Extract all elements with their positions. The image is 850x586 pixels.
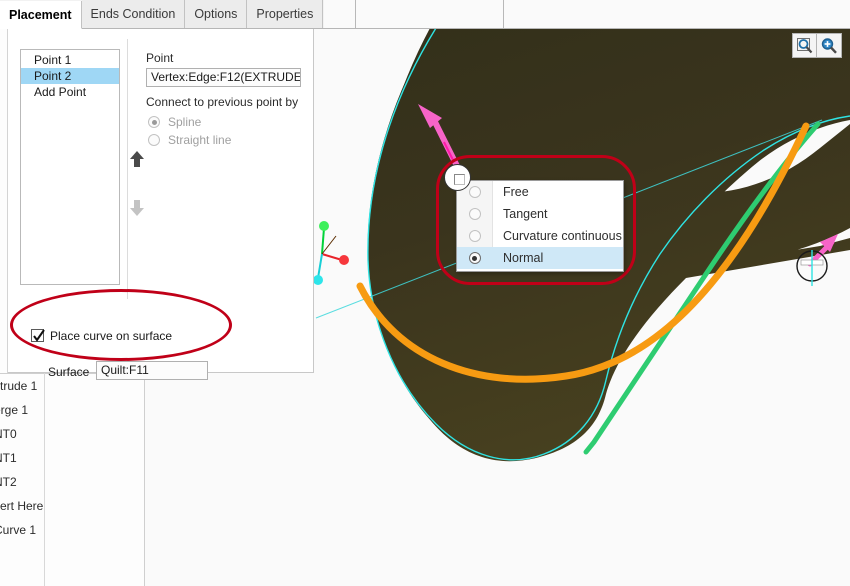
radio-spline-indicator [148,116,160,128]
point-list[interactable]: Point 1 Point 2 Add Point [20,49,120,285]
arrow-up-icon[interactable] [129,150,145,168]
tree-column-divider [44,373,45,586]
point-list-item-add-point[interactable]: Add Point [21,84,119,100]
tab-properties[interactable]: Properties [247,0,323,28]
dashboard-tabbar: Placement Ends Condition Options Propert… [0,0,324,29]
menu-item-curvature-continuous-radio [457,225,493,247]
arrow-down-icon [129,199,145,217]
tree-item-curve[interactable]: Curve 1 [0,523,36,537]
menu-item-curvature-continuous[interactable]: Curvature continuous [457,225,623,247]
surface-reference-field[interactable]: Quilt:F11 [96,361,208,380]
tab-placement[interactable]: Placement [0,1,82,29]
tree-item-pnt1[interactable]: NT1 [0,451,17,465]
menu-item-normal-label: Normal [493,251,543,265]
menu-item-tangent-radio [457,203,493,225]
zoom-in-icon[interactable] [817,33,842,58]
radio-spline[interactable]: Spline [148,115,201,129]
annotation-ellipse-surface [10,289,232,361]
point-list-item-point-1[interactable]: Point 1 [21,52,119,68]
radio-spline-label: Spline [168,115,201,129]
connect-method-label: Connect to previous point by [146,95,298,109]
point-handle-marker[interactable] [444,164,471,191]
radio-straight-line-label: Straight line [168,133,231,147]
toolbar-separator [355,0,356,28]
tree-item-pnt0[interactable]: NT0 [0,427,17,441]
tab-ends-condition[interactable]: Ends Condition [82,0,186,28]
radio-straight-line-indicator [148,134,160,146]
menu-item-normal-radio [457,247,493,269]
panel-divider [127,39,128,299]
point-label: Point [146,51,173,65]
toolbar-separator [503,0,504,28]
menu-item-free-label: Free [493,185,529,199]
end-condition-popup-menu[interactable]: Free Tangent Curvature continuous Normal [456,180,624,272]
point-list-item-point-2[interactable]: Point 2 [21,68,119,84]
menu-item-tangent[interactable]: Tangent [457,203,623,225]
viewport-zoom-toolbar [792,33,842,58]
surface-label: Surface [48,365,89,379]
tab-options[interactable]: Options [185,0,247,28]
point-reference-field[interactable]: Vertex:Edge:F12(EXTRUDE_1) [146,68,301,87]
coordinate-triad [313,221,349,285]
menu-item-normal[interactable]: Normal [457,247,623,269]
menu-item-free[interactable]: Free [457,181,623,203]
menu-item-tangent-label: Tangent [493,207,547,221]
radio-straight-line[interactable]: Straight line [148,133,231,147]
zoom-to-fit-icon[interactable] [792,33,817,58]
point-handle-square [454,174,465,185]
tree-item-merge[interactable]: erge 1 [0,403,28,417]
tree-item-pnt2[interactable]: NT2 [0,475,17,489]
menu-item-curvature-continuous-label: Curvature continuous [493,229,622,243]
tree-item-extrude[interactable]: xtrude 1 [0,379,37,393]
model-tree-panel[interactable]: xtrude 1 erge 1 NT0 NT1 NT2 sert Here Cu… [0,373,145,586]
tree-item-insert-here[interactable]: sert Here [0,499,43,513]
